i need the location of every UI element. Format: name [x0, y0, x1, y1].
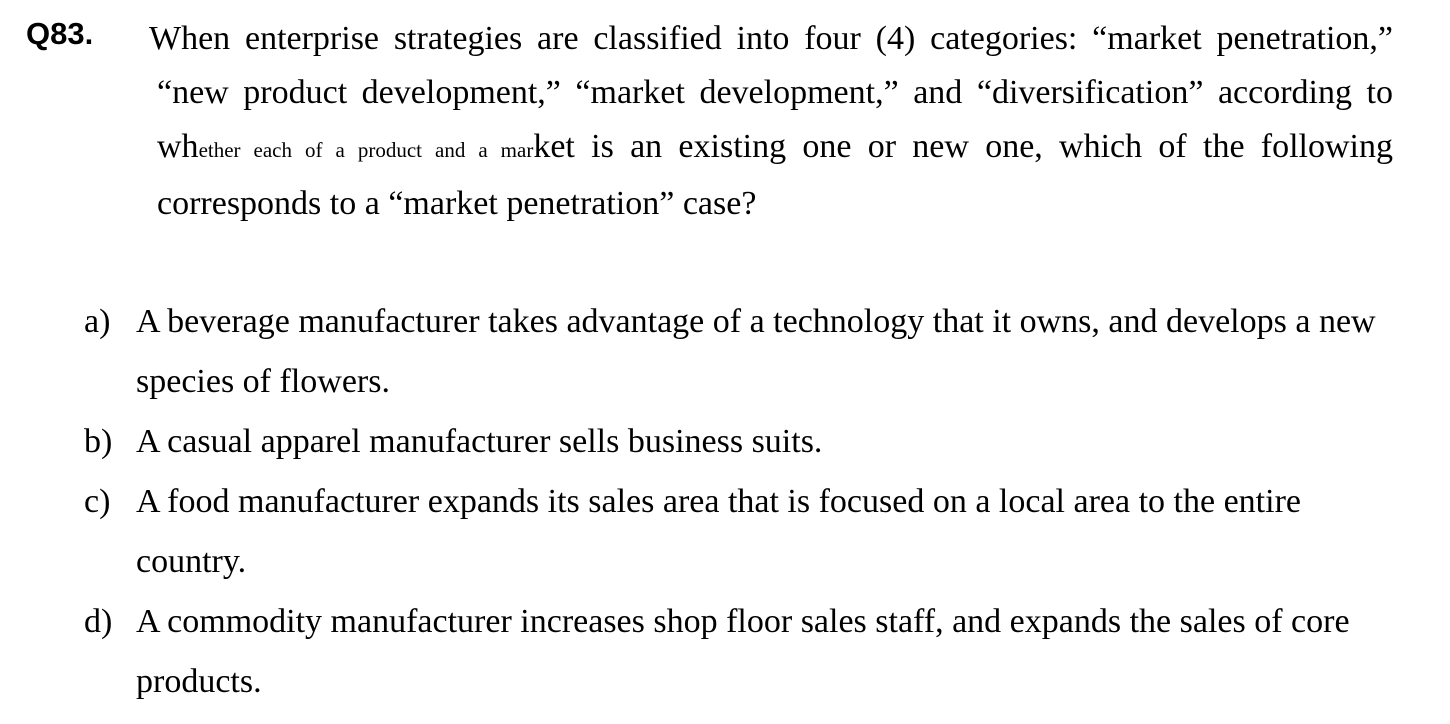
question-text: When enterprise strategies are classifie…: [149, 12, 1393, 231]
option-b: b) A casual apparel manufacturer sells b…: [84, 412, 1384, 472]
option-d: d) A commodity manufacturer increases sh…: [84, 592, 1384, 712]
option-c-letter: c): [84, 483, 111, 520]
option-b-text: A casual apparel manufacturer sells busi…: [136, 423, 823, 460]
answer-options: a) A beverage manufacturer takes advanta…: [84, 292, 1384, 712]
question-text-small: ether each of a product and a mar: [198, 138, 534, 162]
option-c: c) A food manufacturer expands its sales…: [84, 472, 1384, 592]
option-d-letter: d): [84, 603, 113, 640]
option-a-letter: a): [84, 303, 111, 340]
option-a: a) A beverage manufacturer takes advanta…: [84, 292, 1384, 412]
option-b-letter: b): [84, 423, 113, 460]
option-c-text: A food manufacturer expands its sales ar…: [136, 483, 1301, 580]
option-d-text: A commodity manufacturer increases shop …: [136, 603, 1350, 700]
option-a-text: A beverage manufacturer takes advantage …: [136, 303, 1376, 400]
question-number: Q83.: [26, 16, 94, 51]
